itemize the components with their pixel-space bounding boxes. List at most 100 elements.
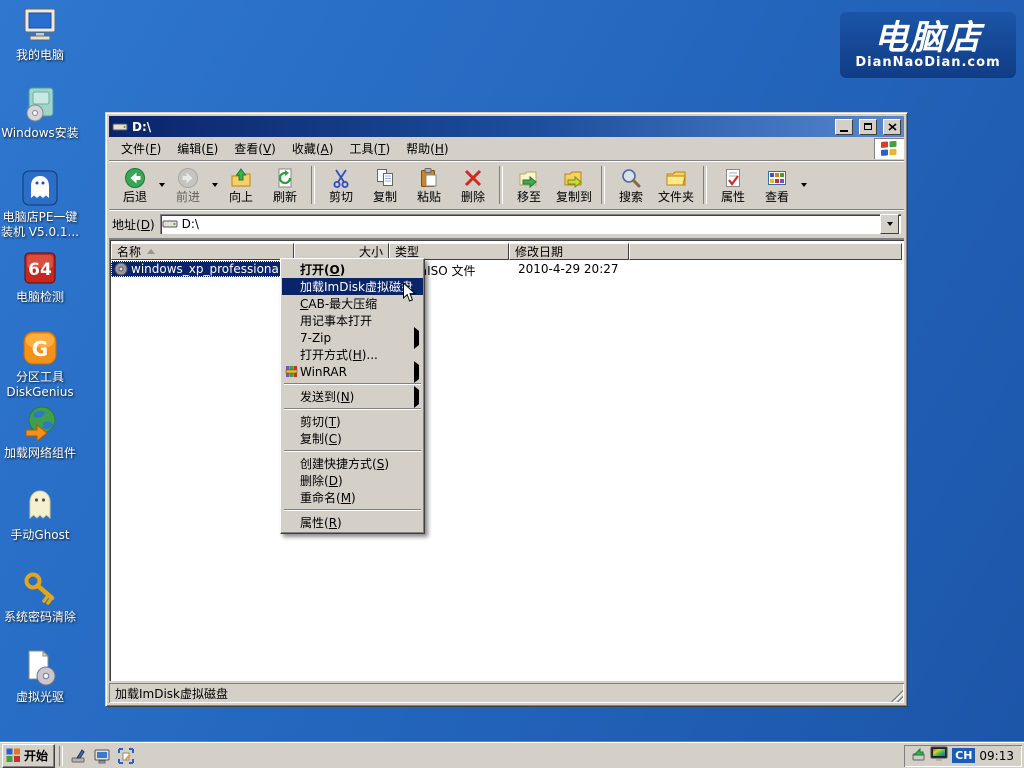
toolbar-cut-button[interactable]: 剪切 xyxy=(319,163,363,207)
title-bar[interactable]: D:\ xyxy=(109,116,904,137)
toolbar-button-label: 复制到 xyxy=(556,190,592,204)
move-to-icon xyxy=(518,166,540,190)
context-menu-item[interactable]: 发送到(N) xyxy=(282,388,423,405)
system-tray: CH 09:13 xyxy=(904,745,1022,767)
desktop-icon-ghost[interactable]: 手动Ghost xyxy=(0,486,80,543)
minimize-button[interactable] xyxy=(835,119,853,135)
toolbar-button-label: 属性 xyxy=(721,190,745,204)
taskbar: 开始 CH 09:13 xyxy=(0,742,1024,768)
toolbar-copy-to-button[interactable]: 复制到 xyxy=(551,163,597,207)
desktop-icon-key[interactable]: 系统密码清除 xyxy=(0,568,80,625)
toolbar-move-to-button[interactable]: 移至 xyxy=(507,163,551,207)
address-value: D:\ xyxy=(182,217,199,231)
toolbar-paste-button[interactable]: 粘贴 xyxy=(407,163,451,207)
close-button[interactable] xyxy=(883,119,901,135)
context-menu-item-label: 剪切(T) xyxy=(300,413,341,430)
window-title: D:\ xyxy=(132,120,829,134)
menubar-item[interactable]: 编辑(E) xyxy=(169,138,226,159)
hardware-icon xyxy=(910,746,926,762)
context-menu-item[interactable]: 创建快捷方式(S) xyxy=(282,455,423,472)
toolbar-back-button[interactable]: 后退 xyxy=(113,163,157,207)
input-method-indicator[interactable]: CH xyxy=(952,748,975,763)
selected-file-label[interactable]: windows_xp_professional.iso xyxy=(111,261,306,277)
quicklaunch-show-desktop-button[interactable] xyxy=(115,745,137,767)
folders-icon xyxy=(665,166,687,190)
desktop-icon-diskgenius[interactable]: G分区工具DiskGenius xyxy=(0,328,80,400)
context-menu-item[interactable]: 打开(O) xyxy=(282,261,423,278)
svg-text:G: G xyxy=(32,337,48,361)
context-menu-item[interactable]: 删除(D) xyxy=(282,472,423,489)
desktop-icon-virtual-cd[interactable]: 虚拟光驱 xyxy=(0,648,80,705)
toolbar-views-button[interactable]: 查看 xyxy=(755,163,799,207)
toolbar-dropdown-button[interactable] xyxy=(157,165,166,205)
copy-to-icon xyxy=(563,166,585,190)
toolbar-delete-button[interactable]: 删除 xyxy=(451,163,495,207)
context-menu-item[interactable]: 用记事本打开 xyxy=(282,312,423,329)
maximize-button[interactable] xyxy=(859,119,877,135)
toolbar-button-label: 查看 xyxy=(765,190,789,204)
virtual-cd-icon xyxy=(20,648,60,688)
context-menu-item[interactable]: WinRAR xyxy=(282,363,423,380)
tray-hardware-icon[interactable] xyxy=(910,746,926,765)
toolbar-button-label: 向上 xyxy=(229,190,253,204)
menubar-item[interactable]: 文件(F) xyxy=(113,138,169,159)
start-button[interactable]: 开始 xyxy=(2,744,55,768)
quicklaunch-brush-button[interactable] xyxy=(67,745,89,767)
show-desktop-icon xyxy=(117,747,135,765)
toolbar-button-label: 前进 xyxy=(176,190,200,204)
file-name: windows_xp_professional.iso xyxy=(131,262,303,276)
desktop-icon-label: 电脑检测 xyxy=(0,290,80,305)
context-menu-item-label: 7-Zip xyxy=(300,331,331,345)
context-menu-item-label: 重命名(M) xyxy=(300,489,356,506)
toolbar-search-button[interactable]: 搜索 xyxy=(609,163,653,207)
column-header-row: 名称大小类型修改日期 xyxy=(111,243,902,260)
desktop-icon-pe-ghost[interactable]: 电脑店PE一键装机 V5.0.1... xyxy=(0,168,80,240)
delete-icon xyxy=(462,166,484,190)
toolbar-refresh-button[interactable]: 刷新 xyxy=(263,163,307,207)
menubar-item[interactable]: 帮助(H) xyxy=(398,138,456,159)
desktop-icon-my-computer[interactable]: 我的电脑 xyxy=(0,6,80,63)
column-header-3[interactable]: 修改日期 xyxy=(509,243,629,260)
desktop-icon-network[interactable]: 加载网络组件 xyxy=(0,404,80,461)
address-input[interactable]: D:\ xyxy=(160,214,901,234)
context-menu-item[interactable]: 打开方式(H)... xyxy=(282,346,423,363)
status-text: 加载ImDisk虚拟磁盘 xyxy=(115,685,228,702)
column-header-0[interactable]: 名称 xyxy=(111,243,294,260)
iso-file-icon xyxy=(114,262,128,276)
menubar-item[interactable]: 查看(V) xyxy=(226,138,284,159)
address-label: 地址(D) xyxy=(112,216,155,233)
menubar-item[interactable]: 收藏(A) xyxy=(284,138,342,159)
toolbar-dropdown-button[interactable] xyxy=(210,165,219,205)
submenu-arrow-icon xyxy=(414,365,419,379)
desktop-icon-label: 加载网络组件 xyxy=(0,446,80,461)
copy-icon xyxy=(374,166,396,190)
address-dropdown-button[interactable] xyxy=(880,214,899,234)
toolbar-folders-button[interactable]: 文件夹 xyxy=(653,163,699,207)
file-row[interactable]: windows_xp_professional.iso 615,466 KB U… xyxy=(111,261,902,278)
context-menu-item[interactable]: 7-Zip xyxy=(282,329,423,346)
context-menu-item[interactable]: 属性(R) xyxy=(282,514,423,531)
chevron-down-icon xyxy=(159,183,165,187)
toolbar-dropdown-button[interactable] xyxy=(799,165,808,205)
menubar-item[interactable]: 工具(T) xyxy=(341,138,398,159)
file-date: 2010-4-29 20:27 xyxy=(518,262,619,276)
tray-display-icon[interactable] xyxy=(930,746,948,765)
windows-logo-panel xyxy=(874,138,904,159)
toolbar-copy-button[interactable]: 复制 xyxy=(363,163,407,207)
toolbar-button-label: 复制 xyxy=(373,190,397,204)
views-icon xyxy=(766,166,788,190)
context-menu-item-label: 加载ImDisk虚拟磁盘 xyxy=(300,278,413,295)
monitor-icon xyxy=(93,747,111,765)
context-menu-item[interactable]: 重命名(M) xyxy=(282,489,423,506)
toolbar-up-button[interactable]: 向上 xyxy=(219,163,263,207)
display-icon xyxy=(930,746,948,762)
resize-grip[interactable] xyxy=(891,690,903,702)
toolbar-properties-button[interactable]: 属性 xyxy=(711,163,755,207)
desktop-icon-cpu64[interactable]: 64电脑检测 xyxy=(0,248,80,305)
desktop-icon-label: 电脑店PE一键装机 V5.0.1... xyxy=(0,210,80,240)
context-menu-item[interactable]: 剪切(T) xyxy=(282,413,423,430)
chevron-down-icon xyxy=(212,183,218,187)
quicklaunch-monitor-button[interactable] xyxy=(91,745,113,767)
context-menu-item[interactable]: 复制(C) xyxy=(282,430,423,447)
desktop-icon-windows-install[interactable]: Windows安装 xyxy=(0,84,80,141)
